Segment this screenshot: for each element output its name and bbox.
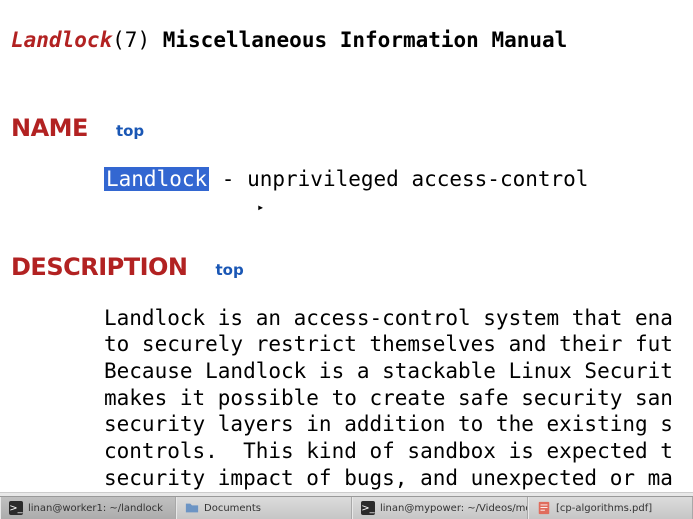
taskbar-label: [cp-algorithms.pdf] (556, 503, 652, 514)
taskbar: >_ linan@worker1: ~/landlock Documents >… (0, 496, 693, 519)
manual-name: Miscellaneous Information Manual (163, 28, 568, 52)
taskbar-label: Documents (204, 503, 261, 514)
manpage-content: Landlock(7) Miscellaneous Information Ma… (0, 0, 693, 496)
mouse-cursor-icon: ▸ (257, 200, 264, 214)
heading-description: DESCRIPTION (11, 253, 188, 281)
taskbar-label: linan@worker1: ~/landlock (28, 503, 163, 514)
taskbar-item-terminal-1[interactable]: >_ linan@worker1: ~/landlock (0, 497, 176, 519)
name-body: Landlock - unprivileged access-control (11, 166, 693, 193)
description-body: Landlock is an access-control system tha… (11, 305, 693, 492)
taskbar-item-pdf[interactable]: [cp-algorithms.pdf] (528, 497, 693, 519)
name-rest: - unprivileged access-control (209, 167, 588, 191)
folder-icon (185, 501, 199, 515)
section-description-heading: DESCRIPTION top (11, 253, 693, 281)
taskbar-label: linan@mypower: ~/Videos/movies/... (380, 503, 528, 514)
taskbar-item-documents[interactable]: Documents (176, 497, 352, 519)
selected-text[interactable]: Landlock (104, 167, 209, 191)
top-link-description[interactable]: top (216, 261, 244, 279)
heading-name: NAME (11, 114, 88, 142)
manpage-section-num: (7) (112, 28, 150, 52)
pdf-icon (537, 501, 551, 515)
terminal-icon: >_ (9, 501, 23, 515)
manpage-title: Landlock (11, 28, 112, 52)
taskbar-item-terminal-2[interactable]: >_ linan@mypower: ~/Videos/movies/... (352, 497, 528, 519)
terminal-icon: >_ (361, 501, 375, 515)
top-link-name[interactable]: top (116, 122, 144, 140)
manpage-header: Landlock(7) Miscellaneous Information Ma… (11, 28, 693, 52)
section-name-heading: NAME top (11, 114, 693, 142)
